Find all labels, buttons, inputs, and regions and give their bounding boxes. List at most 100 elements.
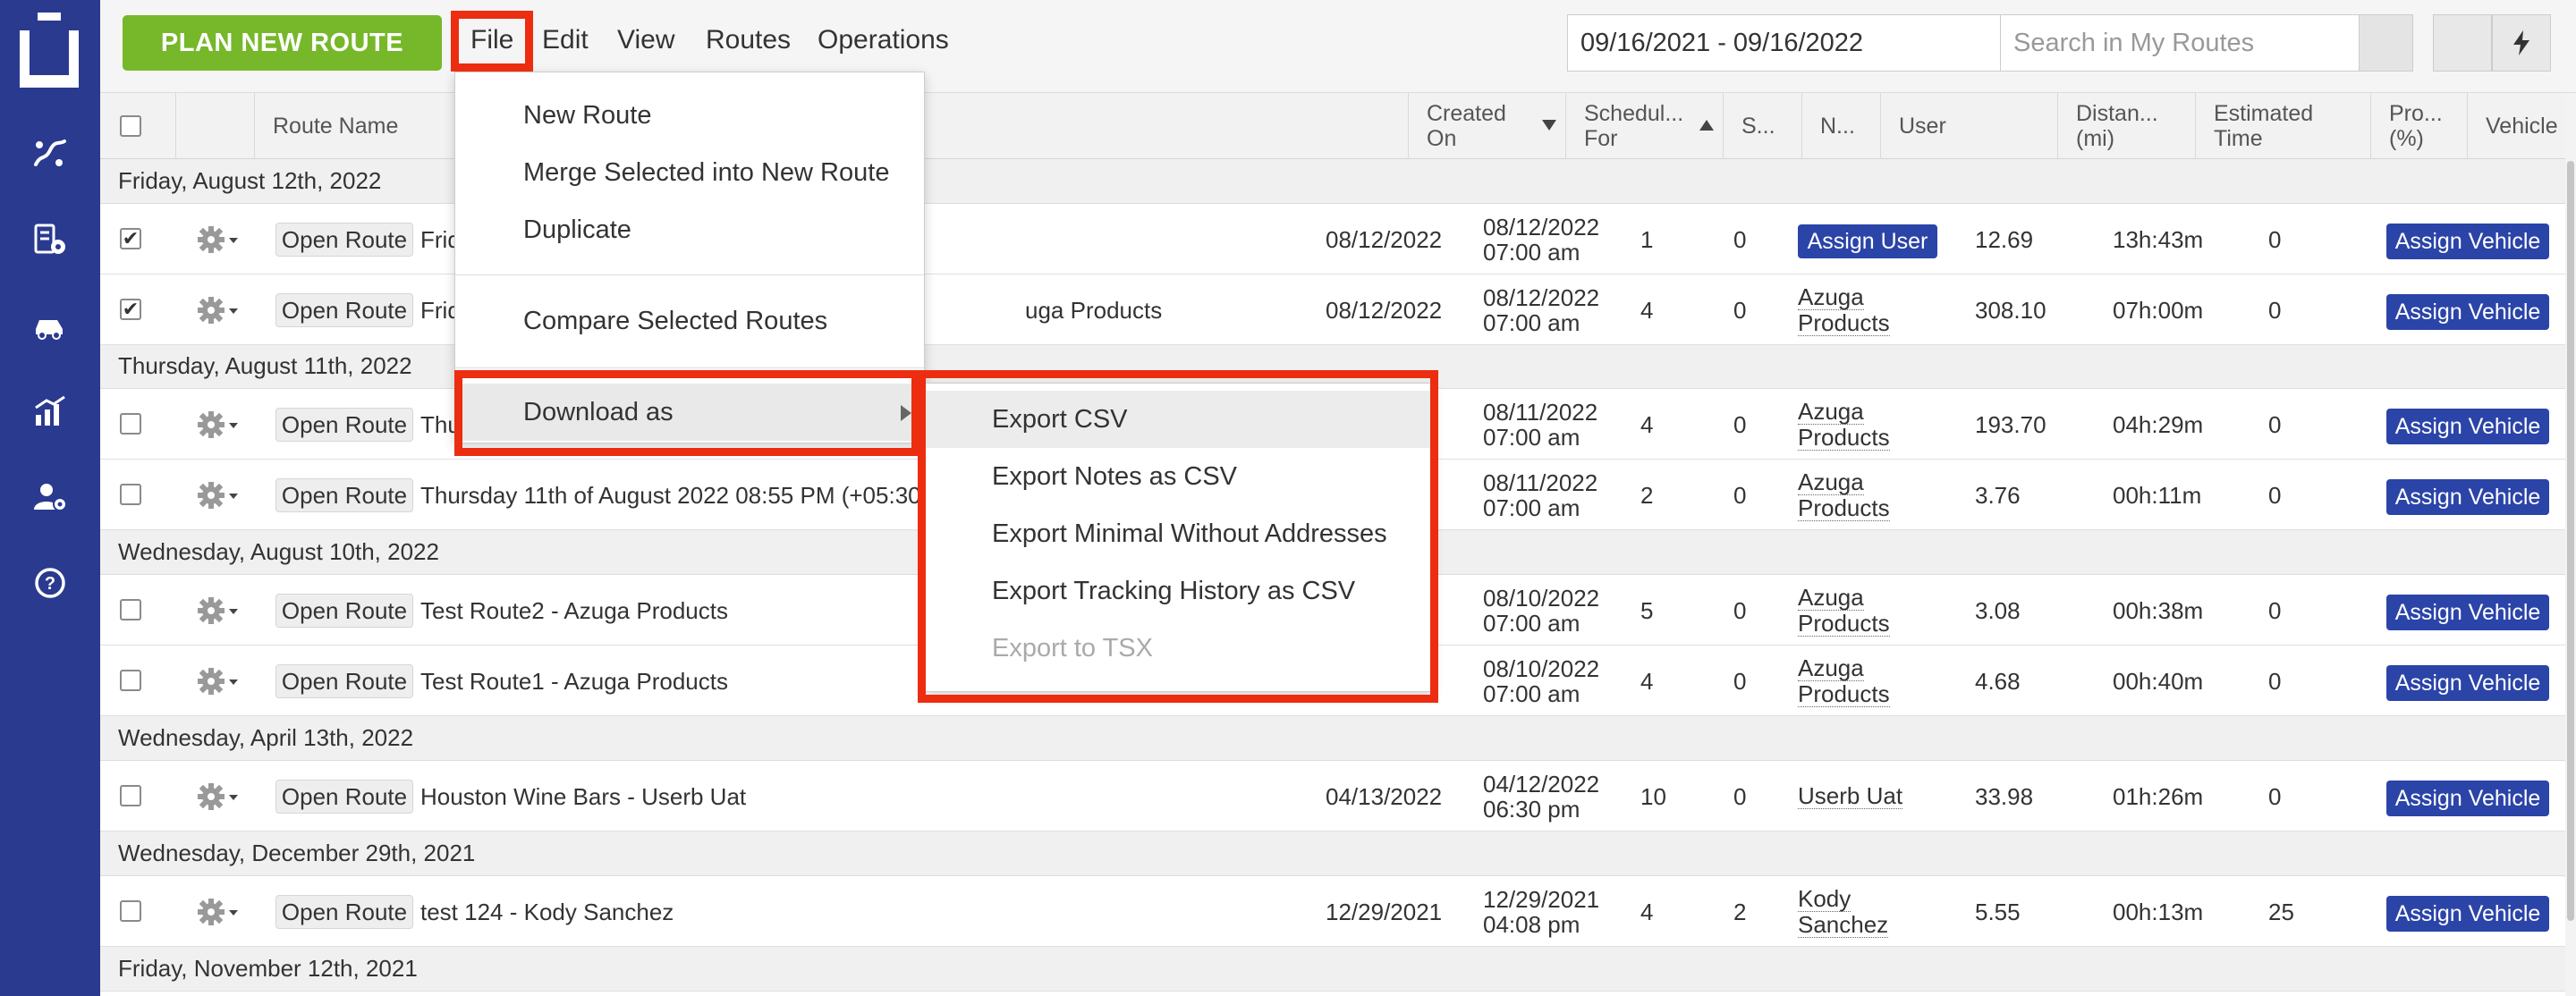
user-link-2[interactable]: Sanchez — [1798, 912, 1889, 938]
notes-count: 0 — [1733, 596, 1747, 624]
user-link[interactable]: Kody — [1798, 886, 1852, 912]
header-progress[interactable]: Pro... (%) — [2370, 93, 2467, 159]
open-route-button[interactable]: Open Route — [275, 293, 413, 327]
user-settings-icon[interactable] — [32, 479, 68, 515]
route-name[interactable]: Test Route2 - Azuga Products — [420, 575, 728, 646]
user-link-2[interactable]: Products — [1798, 495, 1890, 521]
export-notes-csv-option[interactable]: Export Notes as CSV — [926, 448, 1432, 505]
row-checkbox[interactable] — [120, 413, 141, 435]
help-icon[interactable]: ? — [32, 565, 68, 601]
search-button[interactable] — [2360, 14, 2413, 72]
scheduled-time: 04:08 pm — [1483, 910, 1580, 938]
open-route-button[interactable]: Open Route — [275, 664, 413, 698]
user-link-2[interactable]: Products — [1798, 310, 1890, 336]
header-created-on[interactable]: Created On — [1408, 93, 1565, 159]
row-checkbox[interactable]: ✔ — [120, 227, 141, 249]
user-link[interactable]: Azuga — [1798, 585, 1864, 611]
search-input[interactable] — [2001, 15, 2359, 71]
assign-vehicle-button[interactable]: Assign Vehicle — [2386, 896, 2549, 932]
menu-operations[interactable]: Operations — [818, 25, 949, 55]
user-link-2[interactable]: Products — [1798, 425, 1890, 451]
route-name[interactable]: Test Route1 - Azuga Products — [420, 646, 728, 716]
user-link-2[interactable]: Products — [1798, 681, 1890, 707]
logo-icon[interactable] — [20, 13, 79, 88]
row-checkbox[interactable] — [120, 484, 141, 505]
user-link[interactable]: Azuga — [1798, 469, 1864, 495]
date-range-value[interactable]: 09/16/2021 - 09/16/2022 — [1568, 15, 2017, 71]
export-minimal-option[interactable]: Export Minimal Without Addresses — [926, 505, 1432, 562]
menu-option-merge-selected[interactable]: Merge Selected into New Route — [455, 144, 924, 201]
header-scheduled-for[interactable]: Schedul... For — [1565, 93, 1723, 159]
gear-icon[interactable] — [193, 896, 242, 928]
assign-user-button[interactable]: Assign User — [1798, 224, 1937, 258]
export-csv-option[interactable]: Export CSV — [926, 391, 1432, 448]
route-name[interactable]: Houston Wine Bars - Userb Uat — [420, 761, 746, 831]
progress: 0 — [2268, 410, 2282, 438]
toolbar-blank-button[interactable] — [2433, 14, 2492, 72]
open-route-button[interactable]: Open Route — [275, 895, 413, 929]
route-name[interactable]: Thursday 11th of August 2022 08:55 PM (+… — [420, 460, 943, 530]
scheduled-date: 08/10/2022 — [1483, 654, 1600, 682]
row-checkbox[interactable]: ✔ — [120, 298, 141, 320]
assign-vehicle-button[interactable]: Assign Vehicle — [2386, 665, 2549, 701]
row-checkbox[interactable] — [120, 900, 141, 922]
user-link[interactable]: Userb Uat — [1798, 783, 1903, 809]
open-route-button[interactable]: Open Route — [275, 594, 413, 628]
scrollbar-thumb[interactable] — [2567, 161, 2574, 921]
assign-vehicle-button[interactable]: Assign Vehicle — [2386, 595, 2549, 630]
analytics-icon[interactable] — [32, 393, 68, 429]
user-link-2[interactable]: Products — [1798, 611, 1890, 637]
user-link[interactable]: Azuga — [1798, 284, 1864, 310]
row-checkbox[interactable] — [120, 599, 141, 620]
menu-option-download-as[interactable]: Download as — [455, 384, 924, 441]
menu-option-compare-routes[interactable]: Compare Selected Routes — [455, 292, 924, 350]
row-checkbox[interactable] — [120, 785, 141, 806]
table-row[interactable]: Open Route test 124 - Kody Sanchez 12/29/2… — [100, 876, 2565, 947]
notes-count: 0 — [1733, 410, 1747, 438]
menu-option-new-route[interactable]: New Route — [455, 87, 924, 144]
header-estimated-time[interactable]: Estimated Time — [2195, 93, 2370, 159]
chevron-down-icon — [229, 308, 238, 314]
gear-icon[interactable] — [193, 665, 242, 697]
row-checkbox[interactable] — [120, 670, 141, 691]
header-distance[interactable]: Distan... (mi) — [2057, 93, 2195, 159]
estimated-time: 00h:11m — [2113, 481, 2202, 509]
gear-icon[interactable] — [193, 409, 242, 441]
assign-vehicle-button[interactable]: Assign Vehicle — [2386, 781, 2549, 816]
menu-option-duplicate[interactable]: Duplicate — [455, 201, 924, 258]
header-user[interactable]: User — [1880, 93, 2057, 159]
user-link[interactable]: Azuga — [1798, 655, 1864, 681]
route-name[interactable]: test 124 - Kody Sanchez — [420, 876, 674, 947]
plan-new-route-button[interactable]: PLAN NEW ROUTE — [123, 15, 442, 71]
assign-vehicle-button[interactable]: Assign Vehicle — [2386, 479, 2549, 515]
assign-vehicle-button[interactable]: Assign Vehicle — [2386, 294, 2549, 330]
open-route-button[interactable]: Open Route — [275, 223, 413, 257]
header-notes[interactable]: N... — [1801, 93, 1880, 159]
menu-edit[interactable]: Edit — [542, 25, 589, 55]
header-stops[interactable]: S... — [1723, 93, 1801, 159]
menu-routes[interactable]: Routes — [706, 25, 791, 55]
header-vehicle[interactable]: Vehicle — [2467, 93, 2576, 159]
gear-icon[interactable] — [193, 479, 242, 511]
export-tracking-history-option[interactable]: Export Tracking History as CSV — [926, 562, 1432, 620]
gear-icon[interactable] — [193, 781, 242, 813]
vehicle-icon[interactable] — [32, 308, 68, 343]
select-all-checkbox[interactable] — [120, 115, 141, 137]
gear-icon[interactable] — [193, 224, 242, 256]
gear-icon[interactable] — [193, 294, 242, 326]
gear-icon[interactable] — [193, 595, 242, 627]
quick-action-button[interactable] — [2492, 14, 2551, 72]
route-settings-icon[interactable] — [32, 222, 68, 257]
open-route-button[interactable]: Open Route — [275, 780, 413, 814]
open-route-button[interactable]: Open Route — [275, 408, 413, 442]
open-route-button[interactable]: Open Route — [275, 478, 413, 512]
distance: 193.70 — [1975, 410, 2046, 438]
assign-vehicle-button[interactable]: Assign Vehicle — [2386, 224, 2549, 259]
table-row[interactable]: Open Route Houston Wine Bars - Userb Uat 0… — [100, 761, 2565, 831]
date-range-picker[interactable]: 09/16/2021 - 09/16/2022 — [1567, 14, 2075, 72]
routes-icon[interactable] — [32, 136, 68, 172]
menu-file[interactable]: File — [470, 25, 513, 55]
menu-view[interactable]: View — [617, 25, 674, 55]
assign-vehicle-button[interactable]: Assign Vehicle — [2386, 409, 2549, 444]
user-link[interactable]: Azuga — [1798, 399, 1864, 425]
